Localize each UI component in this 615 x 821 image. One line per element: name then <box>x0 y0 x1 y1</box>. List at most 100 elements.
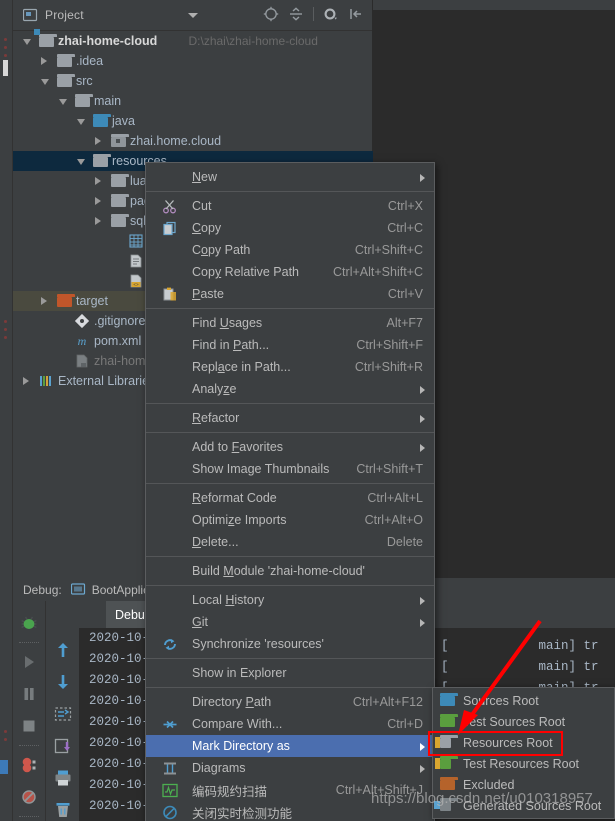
menu-item-shortcut: Ctrl+Shift+T <box>356 462 423 476</box>
tree-node-zhai-home-cloud[interactable]: zhai-home-cloud D:\zhai\zhai-home-cloud <box>13 29 373 51</box>
pause-program-icon[interactable] <box>18 683 40 705</box>
menu-separator <box>146 687 434 688</box>
tree-expander-icon[interactable] <box>41 57 47 65</box>
menu-item-label: Copy <box>192 221 222 235</box>
tree-expander-icon[interactable] <box>41 297 47 305</box>
print-icon[interactable] <box>53 768 73 788</box>
folder-icon <box>111 174 129 188</box>
sources-root-folder-icon <box>93 114 111 128</box>
tree-expander-icon[interactable] <box>95 197 101 205</box>
tree-node-label: src <box>76 74 93 88</box>
context-menu[interactable]: New Cut Ctrl+X Copy Ctrl+C Copy Path Ctrl+Shif… <box>145 162 435 821</box>
tree-expander-icon[interactable] <box>95 177 101 185</box>
locate-target-icon[interactable] <box>263 6 279 22</box>
tree-expander-icon[interactable] <box>59 99 67 105</box>
menu-item-find-usages[interactable]: Find Usages Alt+F7 <box>146 312 434 334</box>
chevron-down-icon[interactable] <box>188 13 198 18</box>
tree-node-label: .gitignore <box>94 314 146 328</box>
panel-toolbar <box>263 6 364 22</box>
menu-item-label: Paste <box>192 287 224 301</box>
menu-item-find-in-path[interactable]: Find in Path... Ctrl+Shift+F <box>146 334 434 356</box>
tree-node-zhai-home-cloud[interactable]: zhai.home.cloud <box>13 131 373 151</box>
menu-item-new[interactable]: New <box>146 166 434 188</box>
menu-item-reformat-code[interactable]: Reformat Code Ctrl+Alt+L <box>146 487 434 509</box>
menu-item-show-image-thumbnails[interactable]: Show Image Thumbnails Ctrl+Shift+T <box>146 458 434 480</box>
resume-program-icon[interactable] <box>18 651 40 673</box>
tree-node-main[interactable]: main <box>13 91 373 111</box>
tree-expander-icon[interactable] <box>23 377 29 385</box>
yaml-file-icon <box>129 234 144 248</box>
menu-item-label: Add to Favorites <box>192 440 284 454</box>
submenu-item-sources-root[interactable]: Sources Root <box>433 690 614 711</box>
step-into-icon[interactable] <box>53 672 73 692</box>
submenu-item-test-sources-root[interactable]: Test Sources Root <box>433 711 614 732</box>
menu-item-diagrams[interactable]: Diagrams <box>146 757 434 779</box>
menu-item-add-to-favorites[interactable]: Add to Favorites <box>146 436 434 458</box>
tree-expander-icon[interactable] <box>77 119 85 125</box>
stop-icon[interactable] <box>18 715 40 737</box>
menu-item-label: Build Module 'zhai-home-cloud' <box>192 564 365 578</box>
submenu-item-test-resources-root[interactable]: Test Resources Root <box>433 753 614 774</box>
module-folder-icon <box>34 29 57 48</box>
menu-item-mark-directory-as[interactable]: Mark Directory as <box>146 735 434 757</box>
menu-item-git[interactable]: Git <box>146 611 434 633</box>
menu-item-label: Compare With... <box>192 717 283 731</box>
mute-breakpoints-icon[interactable] <box>18 786 40 808</box>
menu-item-copy[interactable]: Copy Ctrl+C <box>146 217 434 239</box>
menu-item-build-module-zhai-home-cloud[interactable]: Build Module 'zhai-home-cloud' <box>146 560 434 582</box>
menu-item-copy-path[interactable]: Copy Path Ctrl+Shift+C <box>146 239 434 261</box>
menu-item-delete[interactable]: Delete... Delete <box>146 531 434 553</box>
menu-item-local-history[interactable]: Local History <box>146 589 434 611</box>
menu-item-synchronize-resources[interactable]: Synchronize 'resources' <box>146 633 434 655</box>
menu-item-label: Local History <box>192 593 265 607</box>
tree-node--idea[interactable]: .idea <box>13 51 373 71</box>
settings-gear-icon[interactable] <box>323 6 339 22</box>
collapse-all-icon[interactable] <box>288 6 304 22</box>
folder-icon <box>93 154 111 168</box>
submenu-arrow-icon <box>420 765 425 773</box>
menu-item-refactor[interactable]: Refactor <box>146 407 434 429</box>
menu-item-replace-in-path[interactable]: Replace in Path... Ctrl+Shift+R <box>146 356 434 378</box>
project-panel-header[interactable]: Project <box>13 0 372 31</box>
hide-panel-icon[interactable] <box>348 6 364 22</box>
tree-expander-icon[interactable] <box>77 159 85 165</box>
menu-item-label: Refactor <box>192 411 240 425</box>
menu-separator <box>146 432 434 433</box>
menu-item-shortcut: Alt+F7 <box>386 316 423 330</box>
tree-node-src[interactable]: src <box>13 71 373 91</box>
debug-bug-icon[interactable] <box>18 612 40 634</box>
menu-item-show-in-explorer[interactable]: Show in Explorer <box>146 662 434 684</box>
menu-item-optimize-imports[interactable]: Optimize Imports Ctrl+Alt+O <box>146 509 434 531</box>
tree-node-label: pom.xml <box>94 334 142 348</box>
menu-item-copy-relative-path[interactable]: Copy Relative Path Ctrl+Alt+Shift+C <box>146 261 434 283</box>
folder-icon <box>57 74 75 88</box>
libraries-icon <box>39 374 54 388</box>
left-tool-strip <box>0 0 13 821</box>
tree-expander-icon[interactable] <box>95 217 101 225</box>
menu-item-directory-path[interactable]: Directory Path Ctrl+Alt+F12 <box>146 691 434 713</box>
menu-item-label: Git <box>192 615 208 629</box>
evaluate-expression-icon[interactable] <box>53 704 73 724</box>
submenu-arrow-icon <box>420 386 425 394</box>
menu-item-analyze[interactable]: Analyze <box>146 378 434 400</box>
watermark-text: https://blog.csdn.net/u010318957 <box>371 790 593 807</box>
submenu-item-resources-root[interactable]: Resources Root <box>433 732 614 753</box>
export-icon[interactable] <box>53 736 73 756</box>
submenu-arrow-icon <box>420 743 425 751</box>
menu-item-cut[interactable]: Cut Ctrl+X <box>146 195 434 217</box>
tree-expander-icon[interactable] <box>23 39 31 45</box>
menu-item-shortcut: Delete <box>386 535 423 549</box>
step-out-icon[interactable] <box>53 640 73 660</box>
menu-item-paste[interactable]: Paste Ctrl+V <box>146 283 434 305</box>
tree-node-java[interactable]: java <box>13 111 373 131</box>
view-breakpoints-icon[interactable] <box>18 754 40 776</box>
tree-expander-icon[interactable] <box>95 137 101 145</box>
trash-icon[interactable] <box>53 800 73 820</box>
tree-node-label: External Libraries <box>58 374 156 388</box>
tree-node-label: java <box>112 114 135 128</box>
menu-item-label: Synchronize 'resources' <box>192 637 324 651</box>
tree-expander-icon[interactable] <box>41 79 49 85</box>
package-icon <box>111 134 129 148</box>
folder-icon <box>111 214 129 228</box>
menu-item-compare-with[interactable]: Compare With... Ctrl+D <box>146 713 434 735</box>
